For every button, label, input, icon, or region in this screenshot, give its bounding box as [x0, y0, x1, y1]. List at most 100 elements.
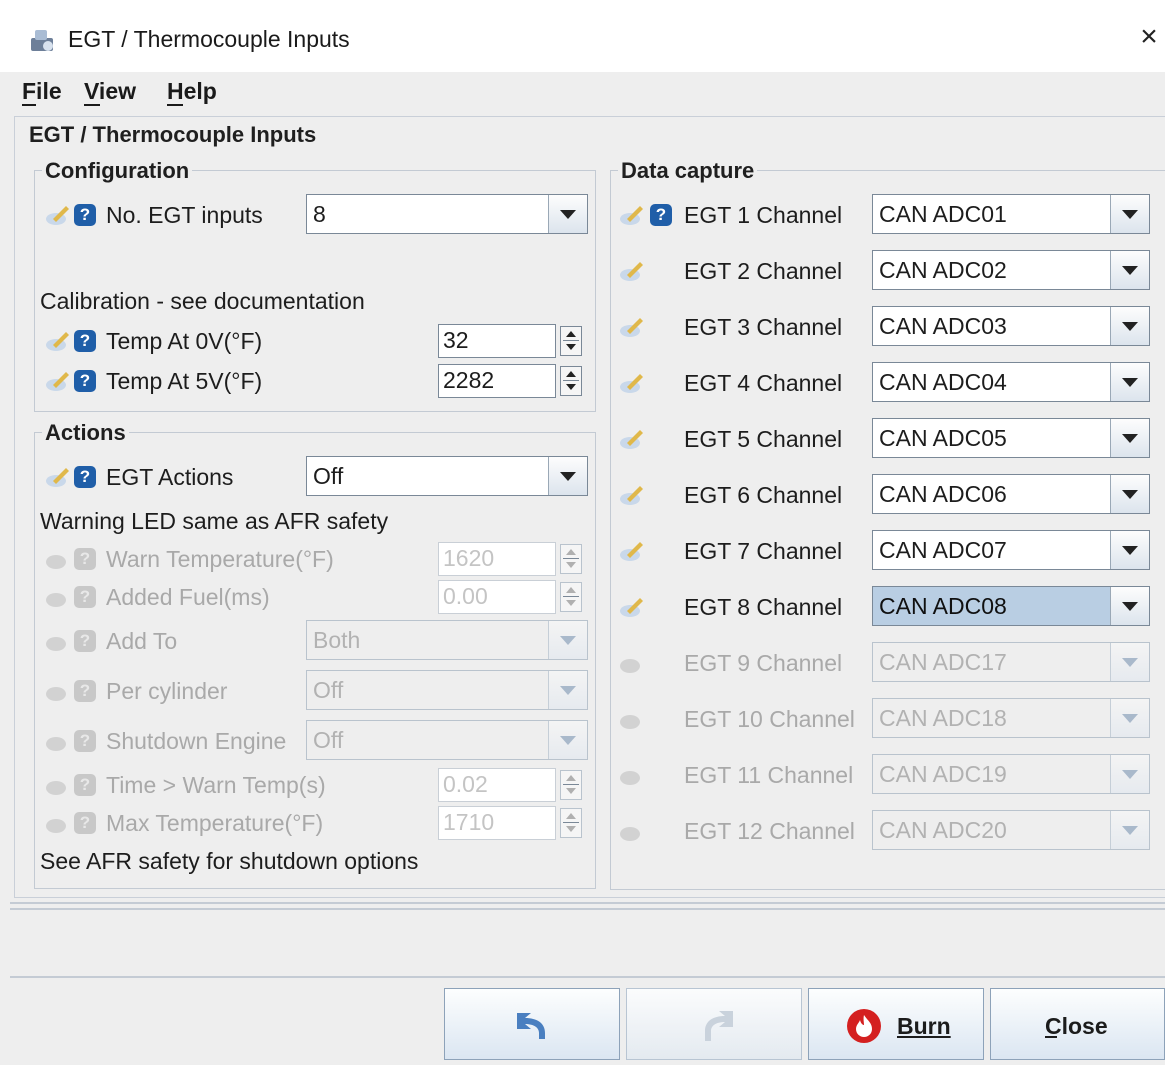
temp-5v-field[interactable]: 2282	[438, 364, 556, 398]
edit-icon[interactable]	[618, 258, 646, 284]
edit-icon[interactable]	[44, 202, 72, 228]
egt-channel-label: EGT 9 Channel	[684, 650, 843, 676]
close-button[interactable]: Close	[990, 988, 1165, 1060]
egt-channel-label: EGT 4 Channel	[684, 370, 843, 396]
spinner-arrows-icon	[560, 770, 582, 800]
add-to-label: Add To	[106, 628, 178, 654]
egt-channel-select[interactable]: CAN ADC06	[872, 474, 1150, 514]
egt-channel-select[interactable]: CAN ADC08	[872, 586, 1150, 626]
status-area	[10, 910, 1165, 978]
chevron-down-icon[interactable]	[1110, 531, 1149, 569]
help-icon[interactable]: ?	[74, 330, 96, 352]
edit-icon[interactable]	[618, 370, 646, 396]
window-close-icon[interactable]: ×	[1134, 22, 1164, 52]
add-to-select: Both	[306, 620, 588, 660]
egt-channel-select: CAN ADC20	[872, 810, 1150, 850]
egt-channel-select[interactable]: CAN ADC04	[872, 362, 1150, 402]
egt-channel-value: CAN ADC04	[879, 369, 1007, 395]
egt-channel-value: CAN ADC18	[879, 705, 1007, 731]
temp-5v-label: Temp At 5V(°F)	[106, 368, 263, 394]
edit-icon[interactable]	[618, 426, 646, 452]
chevron-down-icon[interactable]	[1110, 419, 1149, 457]
menu-file-mnemonic	[22, 104, 36, 106]
spinner-arrows-icon	[560, 808, 582, 838]
egt-channel-value: CAN ADC01	[879, 201, 1007, 227]
chevron-down-icon	[1110, 643, 1149, 681]
menu-file[interactable]: File	[22, 78, 62, 105]
egt-channel-label: EGT 12 Channel	[684, 818, 855, 844]
spinner-arrows-icon[interactable]	[560, 366, 582, 396]
chevron-down-icon[interactable]	[1110, 307, 1149, 345]
shutdown-engine-label: Shutdown Engine	[106, 728, 287, 754]
chevron-down-icon[interactable]	[1110, 587, 1149, 625]
edit-icon[interactable]	[44, 368, 72, 394]
egt-actions-select[interactable]: Off	[306, 456, 588, 496]
chevron-down-icon	[548, 671, 587, 709]
help-icon[interactable]: ?	[74, 204, 96, 226]
calibration-note: Calibration - see documentation	[40, 288, 365, 314]
help-icon: ?	[74, 730, 96, 752]
egt-channel-select[interactable]: CAN ADC02	[872, 250, 1150, 290]
help-icon: ?	[74, 812, 96, 834]
edit-icon[interactable]	[44, 464, 72, 490]
temp-5v-spinner[interactable]: 2282	[438, 364, 584, 398]
edit-icon	[46, 637, 66, 651]
menu-view[interactable]: View	[84, 78, 136, 105]
per-cylinder-value: Off	[313, 677, 344, 703]
edit-icon[interactable]	[618, 202, 646, 228]
edit-icon[interactable]	[618, 538, 646, 564]
chevron-down-icon[interactable]	[1110, 363, 1149, 401]
help-icon: ?	[74, 680, 96, 702]
egt-channel-value: CAN ADC05	[879, 425, 1007, 451]
help-icon[interactable]: ?	[650, 204, 672, 226]
egt-channel-value: CAN ADC19	[879, 761, 1007, 787]
egt-inputs-select[interactable]: 8	[306, 194, 588, 234]
temp-0v-field[interactable]: 32	[438, 324, 556, 358]
egt-channel-label: EGT 2 Channel	[684, 258, 843, 284]
chevron-down-icon[interactable]	[548, 457, 587, 495]
edit-icon	[46, 737, 66, 751]
egt-channel-label: EGT 1 Channel	[684, 202, 843, 228]
max-temp-field: 1710	[438, 806, 556, 840]
edit-icon[interactable]	[618, 314, 646, 340]
egt-channel-label: EGT 11 Channel	[684, 762, 854, 788]
edit-icon	[46, 819, 66, 833]
edit-icon[interactable]	[618, 594, 646, 620]
edit-icon[interactable]	[618, 482, 646, 508]
shutdown-engine-select: Off	[306, 720, 588, 760]
egt-channel-select[interactable]: CAN ADC05	[872, 418, 1150, 458]
egt-channel-select[interactable]: CAN ADC07	[872, 530, 1150, 570]
chevron-down-icon[interactable]	[1110, 475, 1149, 513]
egt-channel-value: CAN ADC17	[879, 649, 1007, 675]
help-icon: ?	[74, 548, 96, 570]
egt-channel-select: CAN ADC19	[872, 754, 1150, 794]
egt-channel-select[interactable]: CAN ADC01	[872, 194, 1150, 234]
chevron-down-icon[interactable]	[1110, 195, 1149, 233]
actions-footer-note: See AFR safety for shutdown options	[40, 848, 419, 874]
undo-button[interactable]	[444, 988, 620, 1060]
add-to-value: Both	[313, 627, 361, 653]
menu-help-mnemonic	[167, 104, 183, 106]
menu-view-mnemonic	[84, 104, 100, 106]
max-temp-label: Max Temperature(°F)	[106, 810, 324, 836]
divider	[10, 902, 1165, 910]
egt-actions-label: EGT Actions	[106, 464, 234, 490]
menu-help[interactable]: Help	[167, 78, 217, 105]
help-icon: ?	[74, 630, 96, 652]
temp-0v-spinner[interactable]: 32	[438, 324, 584, 358]
chevron-down-icon[interactable]	[548, 195, 587, 233]
chevron-down-icon[interactable]	[1110, 251, 1149, 289]
help-icon[interactable]: ?	[74, 466, 96, 488]
redo-arrow-icon	[705, 1011, 733, 1041]
time-warn-spinner: 0.02	[438, 768, 584, 802]
burn-button[interactable]: Burn	[808, 988, 984, 1060]
egt-actions-value: Off	[313, 463, 344, 489]
spinner-arrows-icon[interactable]	[560, 326, 582, 356]
egt-channel-select[interactable]: CAN ADC03	[872, 306, 1150, 346]
help-icon[interactable]: ?	[74, 370, 96, 392]
help-icon: ?	[74, 586, 96, 608]
time-warn-field: 0.02	[438, 768, 556, 802]
redo-button	[626, 988, 802, 1060]
edit-icon[interactable]	[44, 328, 72, 354]
edit-icon	[620, 659, 640, 673]
